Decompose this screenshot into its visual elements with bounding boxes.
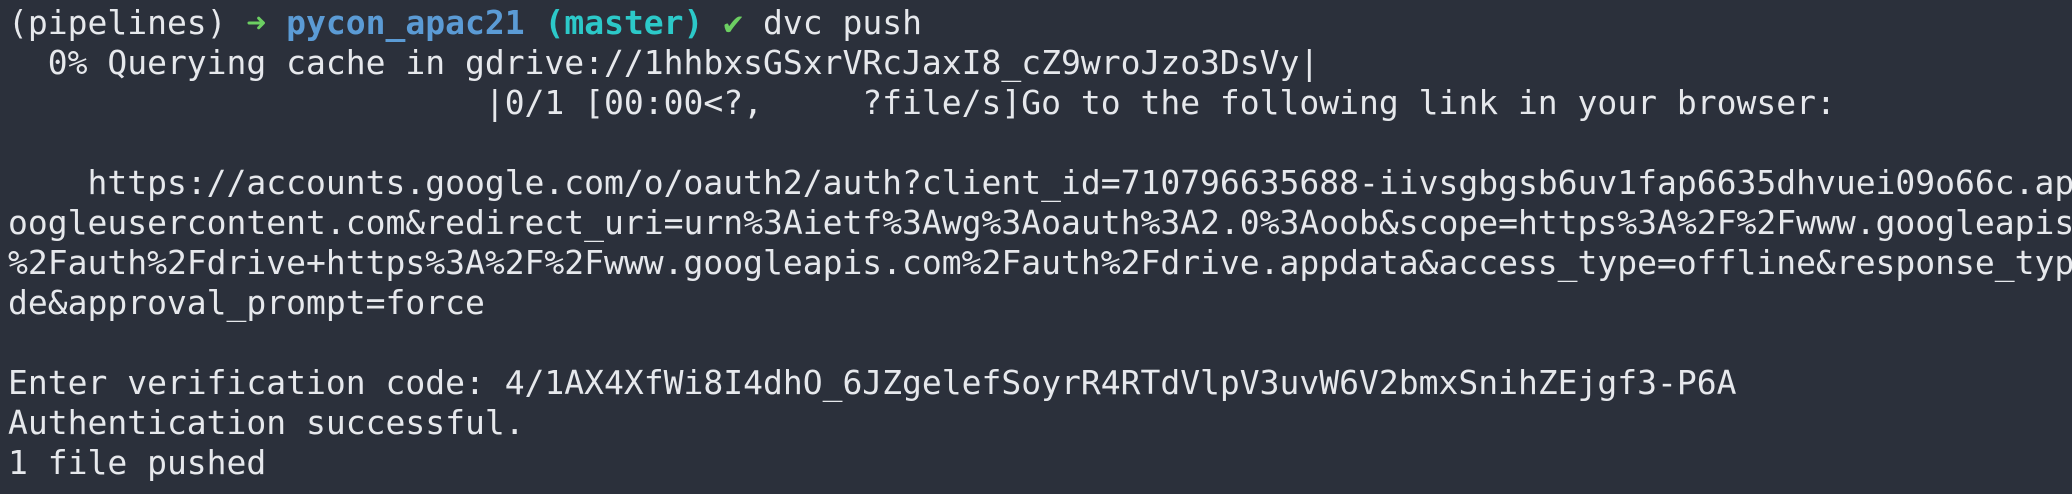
push-result-line: 1 file pushed [8,443,267,482]
progress-bar-line: |0/1 [00:00<?, ?file/s]Go to the followi… [8,83,1836,122]
progress-line: 0% Querying cache in gdrive://1hhbxsGSxr… [8,43,1320,82]
auth-url-line-4[interactable]: de&approval_prompt=force [8,283,2072,323]
command-text: dvc push [763,3,922,42]
auth-url-line-3[interactable]: %2Fauth%2Fdrive+https%3A%2F%2Fwww.google… [8,243,2072,283]
status-check-icon: ✔ [723,3,744,42]
auth-url-line-1[interactable]: https://accounts.google.com/o/oauth2/aut… [8,163,2072,203]
virtualenv-name: (pipelines) [8,3,227,42]
prompt-line: (pipelines) ➜ pycon_apac21 (master) ✔ dv… [8,3,2072,43]
verification-code-line: Enter verification code: 4/1AX4XfWi8I4dh… [8,363,1737,402]
repo-name: pycon_apac21 [286,3,525,42]
terminal-window[interactable]: (pipelines) ➜ pycon_apac21 (master) ✔ dv… [0,0,2072,494]
prompt-arrow-icon: ➜ [246,3,267,42]
auth-success-line: Authentication successful. [8,403,525,442]
auth-url-line-2[interactable]: oogleusercontent.com&redirect_uri=urn%3A… [8,203,2072,243]
git-branch: (master) [544,3,704,42]
